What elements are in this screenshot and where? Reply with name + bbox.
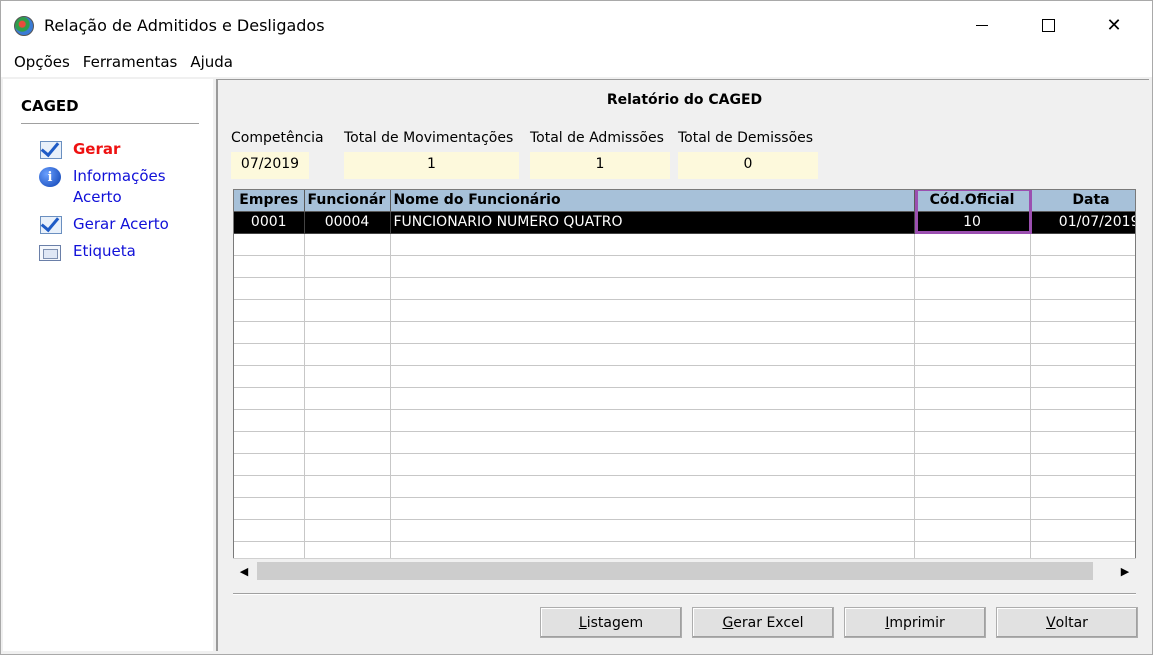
voltar-button[interactable]: Voltar xyxy=(996,607,1138,638)
maximize-button[interactable] xyxy=(1025,9,1071,41)
empty-row xyxy=(234,409,1135,432)
sidebar-item-label: Gerar xyxy=(73,140,121,158)
empty-row xyxy=(234,453,1135,476)
button-mnemonic: V xyxy=(1046,614,1056,631)
menu-ajuda[interactable]: Ajuda xyxy=(183,49,239,77)
scroll-left-button[interactable]: ◀ xyxy=(234,561,254,581)
app-window: Relação de Admitidos e Desligados ✕ Opçõ… xyxy=(0,0,1153,655)
competencia-value: 07/2019 xyxy=(231,152,309,179)
sidebar-item-label: Etiqueta xyxy=(73,242,136,260)
report-title: Relatório do CAGED xyxy=(606,92,763,108)
minimize-icon xyxy=(976,24,988,26)
label-icon xyxy=(39,245,61,261)
menu-ferramentas[interactable]: Ferramentas xyxy=(76,49,184,77)
grid-header-row: Empres Funcionár Nome do Funcionário Cód… xyxy=(234,190,1135,212)
total-admissoes-label: Total de Admissões xyxy=(530,130,664,146)
empty-row xyxy=(234,365,1135,388)
empty-row xyxy=(234,321,1135,344)
total-admissoes-field: Total de Admissões 1 xyxy=(530,130,670,179)
cell-empresa: 0001 xyxy=(234,211,305,234)
column-header-data[interactable]: Data xyxy=(1030,190,1135,212)
button-label: mprimir xyxy=(889,614,945,631)
horizontal-scrollbar[interactable]: ◀ ▶ xyxy=(233,558,1136,582)
close-icon: ✕ xyxy=(1106,14,1122,36)
empty-row xyxy=(234,343,1135,366)
empty-row xyxy=(234,387,1135,410)
empty-row xyxy=(234,255,1135,278)
total-demissoes-value: 0 xyxy=(678,152,818,179)
scroll-right-button[interactable]: ▶ xyxy=(1115,561,1135,581)
scrollbar-thumb[interactable] xyxy=(257,562,1093,580)
listagem-button[interactable]: Listagem xyxy=(540,607,682,638)
sidebar-title: CAGED xyxy=(21,97,79,115)
empty-row xyxy=(234,431,1135,454)
empty-row xyxy=(234,497,1135,520)
sidebar-item-etiqueta[interactable]: Etiqueta xyxy=(39,241,209,262)
empty-row xyxy=(234,277,1135,300)
sidebar-item-gerar-acerto[interactable]: Gerar Acerto xyxy=(39,214,209,235)
sidebar-item-gerar[interactable]: Gerar xyxy=(39,139,209,160)
title-bar: Relação de Admitidos e Desligados ✕ xyxy=(1,1,1152,49)
sidebar: CAGED Gerar i Informações Acerto Gerar A… xyxy=(3,79,213,651)
button-mnemonic: L xyxy=(578,614,587,631)
empty-row xyxy=(234,519,1135,542)
total-movimentacoes-label: Total de Movimentações xyxy=(344,130,514,146)
main-panel: Relatório do CAGED Competência 07/2019 T… xyxy=(216,79,1149,651)
sidebar-nav: Gerar i Informações Acerto Gerar Acerto … xyxy=(39,139,209,268)
sidebar-divider xyxy=(21,123,199,124)
checklist-icon xyxy=(40,141,62,159)
empty-row xyxy=(234,475,1135,498)
competencia-label: Competência xyxy=(231,130,324,146)
empty-row xyxy=(234,299,1135,322)
menu-opcoes[interactable]: Opções xyxy=(1,49,76,77)
info-icon: i xyxy=(39,167,61,187)
total-admissoes-value: 1 xyxy=(530,152,670,179)
scroll-left-icon: ◀ xyxy=(239,564,249,578)
competencia-field: Competência 07/2019 xyxy=(231,130,324,179)
imprimir-button[interactable]: Imprimir xyxy=(844,607,986,638)
column-header-empresa[interactable]: Empres xyxy=(234,190,305,212)
column-header-cod-oficial[interactable]: Cód.Oficial xyxy=(914,190,1031,212)
button-label: istagem xyxy=(586,614,644,631)
total-demissoes-field: Total de Demissões 0 xyxy=(678,130,818,179)
total-movimentacoes-value: 1 xyxy=(344,152,519,179)
cell-data: 01/07/2019 xyxy=(1030,211,1135,234)
sidebar-item-label: Gerar Acerto xyxy=(73,215,169,233)
checklist-icon xyxy=(40,216,62,234)
scroll-right-icon: ▶ xyxy=(1120,564,1130,578)
employee-grid[interactable]: Empres Funcionár Nome do Funcionário Cód… xyxy=(233,189,1136,582)
minimize-button[interactable] xyxy=(959,9,1005,41)
cell-cod-oficial: 10 xyxy=(914,211,1031,234)
sidebar-item-label: Informações Acerto xyxy=(73,167,166,206)
button-label: erar Excel xyxy=(733,614,804,631)
sidebar-item-informacoes-acerto[interactable]: i Informações Acerto xyxy=(39,166,209,208)
menu-bar: Opções Ferramentas Ajuda xyxy=(1,49,1152,77)
column-header-nome[interactable]: Nome do Funcionário xyxy=(390,190,915,212)
table-row[interactable]: 0001 00004 FUNCIONARIO NUMERO QUATRO 10 … xyxy=(234,211,1135,234)
button-mnemonic: G xyxy=(722,614,734,631)
window-title: Relação de Admitidos e Desligados xyxy=(44,16,325,35)
cell-funcionario: 00004 xyxy=(304,211,391,234)
column-header-funcionario[interactable]: Funcionár xyxy=(304,190,391,212)
total-demissoes-label: Total de Demissões xyxy=(678,130,814,146)
app-logo-icon xyxy=(14,16,34,36)
maximize-icon xyxy=(1041,18,1055,32)
grid-table: Empres Funcionár Nome do Funcionário Cód… xyxy=(234,190,1135,564)
empty-row xyxy=(234,233,1135,256)
cell-nome: FUNCIONARIO NUMERO QUATRO xyxy=(390,211,915,234)
total-movimentacoes-field: Total de Movimentações 1 xyxy=(344,130,519,179)
close-button[interactable]: ✕ xyxy=(1091,9,1137,41)
button-label: oltar xyxy=(1055,614,1088,631)
gerar-excel-button[interactable]: Gerar Excel xyxy=(692,607,834,638)
footer-divider-highlight xyxy=(233,594,1136,595)
